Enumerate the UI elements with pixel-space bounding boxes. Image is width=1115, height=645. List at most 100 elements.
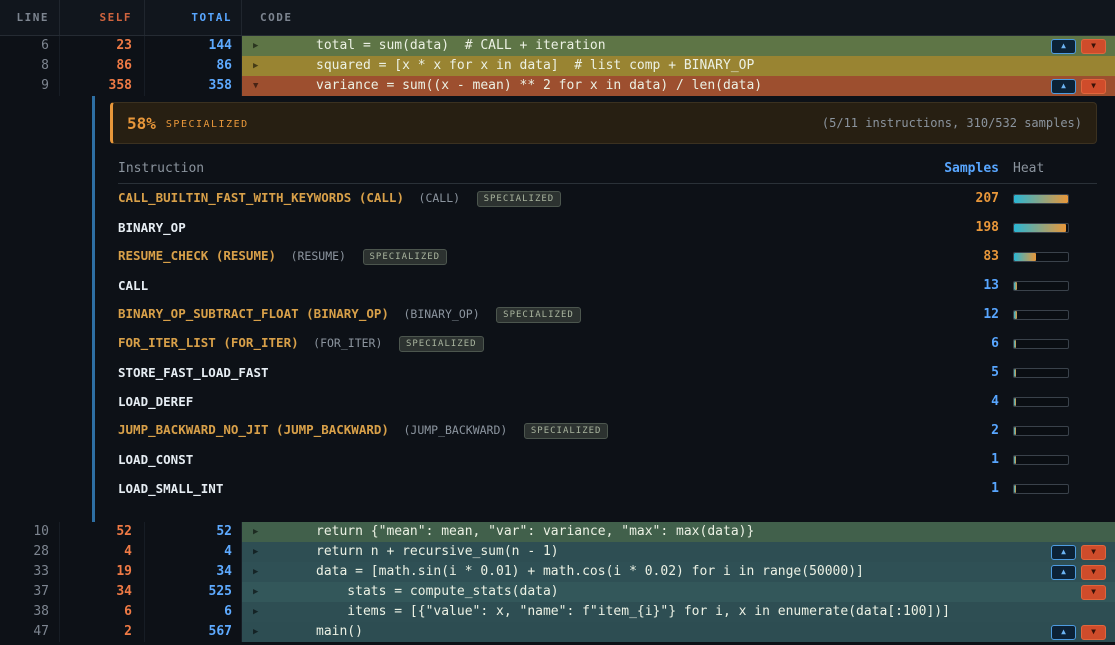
instruction-name: LOAD_DEREF (118, 394, 193, 409)
code-text: total = sum(data) # CALL + iteration (316, 36, 606, 56)
total-value: 52 (145, 522, 242, 542)
self-value: 2 (60, 622, 145, 642)
heat-bar-track (1013, 252, 1069, 262)
code-row[interactable]: 10 52 52 ▶ return {"mean": mean, "var": … (0, 522, 1115, 542)
specialization-detail: (5/11 instructions, 310/532 samples) (822, 116, 1082, 130)
instruction-name-cell: BINARY_OP (118, 220, 889, 235)
instruction-base-name: (RESUME) (291, 249, 346, 263)
up-button[interactable]: ▲ (1051, 79, 1076, 94)
disclosure-icon[interactable]: ▶ (242, 36, 316, 56)
disclosure-icon[interactable]: ▶ (242, 522, 316, 542)
up-button[interactable]: ▲ (1051, 545, 1076, 560)
code-row[interactable]: 47 2 567 ▶ main() ▲ ▼ (0, 622, 1115, 642)
line-number: 9 (0, 76, 60, 96)
code-text: stats = compute_stats(data) (316, 582, 559, 602)
code-text: squared = [x * x for x in data] # list c… (316, 56, 754, 76)
self-value: 19 (60, 562, 145, 582)
instruction-base-name: (CALL) (419, 191, 461, 205)
code-row[interactable]: 8 86 86 ▶ squared = [x * x for x in data… (0, 56, 1115, 76)
instruction-row: LOAD_DEREF 4 (118, 387, 1097, 416)
code-row[interactable]: 37 34 525 ▶ stats = compute_stats(data) … (0, 582, 1115, 602)
down-button[interactable]: ▼ (1081, 39, 1106, 54)
code-cell[interactable]: ▶ return {"mean": mean, "var": variance,… (242, 522, 1115, 542)
line-number: 47 (0, 622, 60, 642)
disclosure-icon[interactable]: ▶ (242, 56, 316, 76)
total-value: 525 (145, 582, 242, 602)
down-button[interactable]: ▼ (1081, 545, 1106, 560)
code-cell[interactable]: ▶ return n + recursive_sum(n - 1) ▲ ▼ (242, 542, 1115, 562)
heat-cell (999, 484, 1097, 494)
up-button[interactable]: ▲ (1051, 625, 1076, 640)
table-header: LINE SELF TOTAL CODE (0, 0, 1115, 36)
code-cell[interactable]: ▶ stats = compute_stats(data) ▼ (242, 582, 1115, 602)
specialized-badge: SPECIALIZED (477, 191, 562, 207)
heat-bar-fill (1014, 282, 1017, 290)
self-value: 6 (60, 602, 145, 622)
instruction-name: JUMP_BACKWARD_NO_JIT (JUMP_BACKWARD) (118, 422, 389, 437)
heat-bar-fill (1014, 485, 1016, 493)
disclosure-icon[interactable]: ▶ (242, 542, 316, 562)
disclosure-icon[interactable]: ▶ (242, 582, 316, 602)
disclosure-icon[interactable]: ▶ (242, 622, 316, 642)
code-text: main() (316, 622, 363, 642)
up-button[interactable]: ▲ (1051, 565, 1076, 580)
instruction-table: Instruction Samples Heat CALL_BUILTIN_FA… (110, 154, 1097, 503)
column-header-line: LINE (0, 0, 60, 35)
heat-bar-track (1013, 368, 1069, 378)
instruction-name: RESUME_CHECK (RESUME) (118, 248, 276, 263)
header-heat: Heat (999, 161, 1097, 176)
specialization-summary: 58% SPECIALIZED (5/11 instructions, 310/… (110, 102, 1097, 144)
instruction-row: BINARY_OP 198 (118, 213, 1097, 242)
instruction-table-header: Instruction Samples Heat (118, 154, 1097, 184)
header-instruction: Instruction (118, 161, 889, 176)
code-row[interactable]: 28 4 4 ▶ return n + recursive_sum(n - 1)… (0, 542, 1115, 562)
heat-bar-track (1013, 194, 1069, 204)
specialized-label: SPECIALIZED (166, 119, 249, 130)
row-buttons: ▲ ▼ (1051, 565, 1115, 580)
instruction-name-cell: CALL (118, 278, 889, 293)
code-row[interactable]: 38 6 6 ▶ items = [{"value": x, "name": f… (0, 602, 1115, 622)
panel-content: 58% SPECIALIZED (5/11 instructions, 310/… (110, 96, 1097, 503)
instruction-name-cell: LOAD_SMALL_INT (118, 481, 889, 496)
heat-bar-fill (1014, 456, 1016, 464)
column-header-self: SELF (60, 0, 145, 35)
heat-bar-fill (1014, 253, 1036, 261)
specialized-badge: SPECIALIZED (399, 336, 484, 352)
down-button[interactable]: ▼ (1081, 79, 1106, 94)
instruction-name-cell: BINARY_OP_SUBTRACT_FLOAT (BINARY_OP) (BI… (118, 306, 889, 323)
code-text: return n + recursive_sum(n - 1) (316, 542, 559, 562)
code-cell[interactable]: ▶ main() ▲ ▼ (242, 622, 1115, 642)
instruction-name: FOR_ITER_LIST (FOR_ITER) (118, 335, 299, 350)
disclosure-icon[interactable]: ▶ (242, 602, 316, 622)
code-cell[interactable]: ▼ variance = sum((x - mean) ** 2 for x i… (242, 76, 1115, 96)
instruction-name: CALL (118, 278, 148, 293)
down-button[interactable]: ▼ (1081, 565, 1106, 580)
samples-value: 1 (889, 452, 999, 467)
code-row[interactable]: 6 23 144 ▶ total = sum(data) # CALL + it… (0, 36, 1115, 56)
code-cell[interactable]: ▶ items = [{"value": x, "name": f"item_{… (242, 602, 1115, 622)
disclosure-icon[interactable]: ▼ (242, 76, 316, 96)
line-number: 33 (0, 562, 60, 582)
code-row[interactable]: 33 19 34 ▶ data = [math.sin(i * 0.01) + … (0, 562, 1115, 582)
code-cell[interactable]: ▶ squared = [x * x for x in data] # list… (242, 56, 1115, 76)
disclosure-icon[interactable]: ▶ (242, 562, 316, 582)
code-cell[interactable]: ▶ total = sum(data) # CALL + iteration ▲… (242, 36, 1115, 56)
up-button[interactable]: ▲ (1051, 39, 1076, 54)
line-number: 6 (0, 36, 60, 56)
row-buttons: ▲ ▼ (1051, 625, 1115, 640)
heat-bar-fill (1014, 369, 1016, 377)
samples-value: 207 (889, 191, 999, 206)
down-button[interactable]: ▼ (1081, 585, 1106, 600)
samples-value: 4 (889, 394, 999, 409)
heat-cell (999, 281, 1097, 291)
instruction-row: LOAD_CONST 1 (118, 445, 1097, 474)
down-button[interactable]: ▼ (1081, 625, 1106, 640)
self-value: 52 (60, 522, 145, 542)
self-value: 4 (60, 542, 145, 562)
instruction-name: STORE_FAST_LOAD_FAST (118, 365, 269, 380)
code-row[interactable]: 9 358 358 ▼ variance = sum((x - mean) **… (0, 76, 1115, 96)
instruction-name-cell: RESUME_CHECK (RESUME) (RESUME) SPECIALIZ… (118, 248, 889, 265)
code-cell[interactable]: ▶ data = [math.sin(i * 0.01) + math.cos(… (242, 562, 1115, 582)
heat-cell (999, 194, 1097, 204)
heat-bar-track (1013, 484, 1069, 494)
